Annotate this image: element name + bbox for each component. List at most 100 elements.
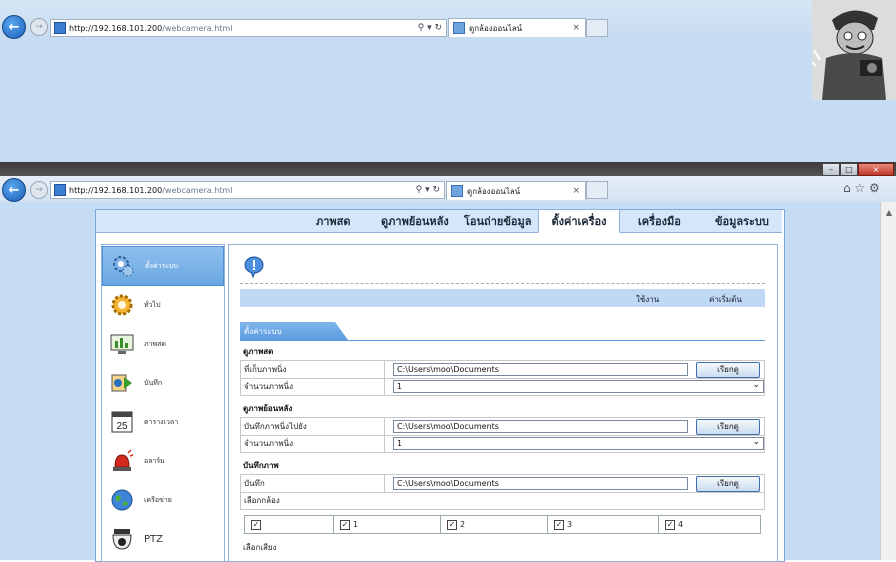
vertical-scrollbar[interactable]: ▲ — [880, 202, 896, 560]
menu-playback[interactable]: ดูภาพย้อนหลัง — [381, 210, 449, 232]
playback-save-path-field[interactable]: C:\Users\moo\Documents — [393, 420, 688, 433]
window-title-bar — [0, 162, 896, 176]
live-snapshot-path-field[interactable]: C:\Users\moo\Documents — [393, 363, 688, 376]
field-label: ที่เก็บภาพนิ่ง — [241, 361, 385, 378]
group-title: ดูภาพย้อนหลัง — [243, 404, 293, 413]
apply-link[interactable]: ใช้งาน — [636, 293, 659, 306]
tab-title: ดูกล้องออนไลน์ — [469, 23, 523, 33]
camera-checkbox-row: ✓ ✓ 1 ✓ 2 ✓ 3 ✓ 4 — [244, 515, 761, 534]
select-value: 1 — [397, 382, 403, 391]
maximize-icon[interactable]: □ — [840, 163, 858, 176]
checkbox-label: 3 — [567, 520, 573, 529]
home-favorites-settings-icon[interactable]: ⌂ ☆ ⚙ — [843, 181, 880, 195]
svg-text:25: 25 — [116, 421, 128, 432]
mascot-image — [812, 0, 896, 100]
browse-button[interactable]: เรียกดู — [696, 361, 760, 378]
sidebar-item-label: ภาพสด — [144, 339, 166, 348]
camera-check-4[interactable]: ✓ 4 — [659, 516, 757, 533]
live-count-select[interactable]: 1 ⌄ — [393, 380, 764, 393]
sidebar-item-schedule[interactable]: 25 ตารางเวลา — [102, 403, 224, 441]
sidebar-item-label: ตารางเวลา — [144, 417, 179, 426]
forward-arrow-icon[interactable]: → — [30, 181, 48, 199]
chevron-down-icon: ⌄ — [752, 380, 760, 390]
select-camera-row: เลือกกล้อง — [240, 492, 765, 510]
camera-check-1[interactable]: ✓ 1 — [334, 516, 441, 533]
checkbox[interactable]: ✓ — [251, 519, 261, 530]
group-live: ดูภาพสด — [240, 343, 763, 360]
sidebar-item-alarm[interactable]: อลาร์ม — [102, 442, 224, 480]
back-arrow-icon[interactable]: ← — [2, 178, 26, 202]
checkbox[interactable]: ✓ — [665, 519, 675, 530]
default-link[interactable]: ค่าเริ่มต้น — [709, 293, 742, 306]
alarm-siren-icon — [113, 449, 134, 471]
new-tab-button[interactable] — [586, 19, 608, 37]
menu-system-info[interactable]: ข้อมูลระบบ — [715, 210, 769, 232]
sidebar-item-label: ตั้งค่าระบบ — [145, 261, 178, 270]
new-tab-button[interactable] — [586, 181, 608, 199]
scroll-up-icon[interactable]: ▲ — [881, 208, 896, 217]
browse-button[interactable]: เรียกดู — [696, 418, 760, 435]
checkbox[interactable]: ✓ — [447, 519, 457, 530]
address-bar[interactable]: http://192.168.101.200/webcamera.html ⚲ … — [50, 181, 445, 199]
forward-arrow-icon[interactable]: → — [30, 18, 48, 36]
browse-button[interactable]: เรียกดู — [696, 475, 760, 492]
address-bar[interactable]: http://192.168.101.200/webcamera.html ⚲ … — [50, 19, 447, 37]
browser-tab[interactable]: ดูกล้องออนไลน์ × — [448, 18, 586, 37]
menu-tools[interactable]: เครื่องมือ — [638, 210, 681, 232]
browser-tab[interactable]: ดูกล้องออนไลน์ × — [446, 181, 586, 200]
sidebar-item-ptz[interactable]: PTZ — [102, 520, 224, 558]
camera-check-all[interactable]: ✓ — [245, 516, 334, 533]
live-snapshot-row: ที่เก็บภาพนิ่ง C:\Users\moo\Documents เร… — [240, 360, 765, 379]
checkbox-label: 4 — [678, 520, 684, 529]
page-icon — [54, 184, 66, 196]
field-label: จำนวนภาพนิ่ง — [241, 378, 385, 395]
select-audio-row: เลือกเสียง — [240, 539, 763, 556]
checkbox-label: 1 — [353, 520, 359, 529]
search-refresh-icon[interactable]: ⚲ ▾ ↻ — [418, 23, 442, 33]
menu-live[interactable]: ภาพสด — [316, 210, 351, 232]
tab-close-icon[interactable]: × — [572, 23, 580, 33]
url-path: /webcamera.html — [162, 185, 233, 195]
sidebar-item-label: PTZ — [144, 533, 163, 545]
group-record: บันทึกภาพ — [240, 457, 763, 474]
record-path-field[interactable]: C:\Users\moo\Documents — [393, 477, 688, 490]
network-globe-icon — [111, 489, 133, 511]
playback-count-row: จำนวนภาพนิ่ง 1 ⌄ — [240, 435, 765, 453]
sidebar-item-network[interactable]: เครือข่าย — [102, 481, 224, 519]
checkbox[interactable]: ✓ — [340, 519, 350, 530]
sidebar-item-system[interactable]: ตั้งค่าระบบ — [102, 246, 224, 286]
field-label: บันทึก — [241, 475, 385, 492]
tab-close-icon[interactable]: × — [572, 186, 580, 196]
minimize-icon[interactable]: – — [822, 163, 840, 176]
sidebar-item-live[interactable]: ภาพสด — [102, 325, 224, 363]
sidebar-item-record[interactable]: บันทึก — [102, 364, 224, 402]
live-count-row: จำนวนภาพนิ่ง 1 ⌄ — [240, 378, 765, 396]
playback-count-select[interactable]: 1 ⌄ — [393, 437, 764, 450]
group-title: บันทึกภาพ — [243, 461, 279, 470]
search-refresh-icon[interactable]: ⚲ ▾ ↻ — [416, 185, 440, 195]
url-path: /webcamera.html — [162, 23, 233, 33]
checkbox[interactable]: ✓ — [554, 519, 564, 530]
menu-transfer[interactable]: โอนถ่ายข้อมูล — [464, 210, 531, 232]
divider — [240, 283, 765, 284]
sidebar-item-general[interactable]: ทั่วไป — [102, 286, 224, 324]
field-label: เลือกเสียง — [243, 543, 277, 552]
action-header-row: ใช้งาน ค่าเริ่มต้น — [240, 289, 765, 307]
menu-device-settings[interactable]: ตั้งค่าเครื่อง — [538, 209, 620, 233]
tab-favicon-icon — [451, 185, 463, 197]
tab-favicon-icon — [453, 22, 465, 34]
info-icon — [243, 256, 265, 279]
sidebar-item-label: ทั่วไป — [144, 300, 161, 309]
close-window-icon[interactable]: × — [858, 163, 894, 176]
camera-check-3[interactable]: ✓ 3 — [548, 516, 659, 533]
calendar-icon: 25 — [111, 411, 133, 433]
url-host: http://192.168.101.200 — [69, 185, 163, 195]
camera-check-2[interactable]: ✓ 2 — [441, 516, 548, 533]
field-label: เลือกกล้อง — [244, 496, 280, 505]
settings-form: ดูภาพสด ที่เก็บภาพนิ่ง C:\Users\moo\Docu… — [240, 340, 765, 561]
live-view-monitor-icon — [110, 334, 134, 354]
sidebar-item-label: เครือข่าย — [144, 495, 172, 504]
back-arrow-icon[interactable]: ← — [2, 15, 26, 39]
main-menu-bar: ภาพสด ดูภาพย้อนหลัง โอนถ่ายข้อมูล ตั้งค่… — [96, 209, 782, 233]
url-host: http://192.168.101.200 — [69, 23, 163, 33]
